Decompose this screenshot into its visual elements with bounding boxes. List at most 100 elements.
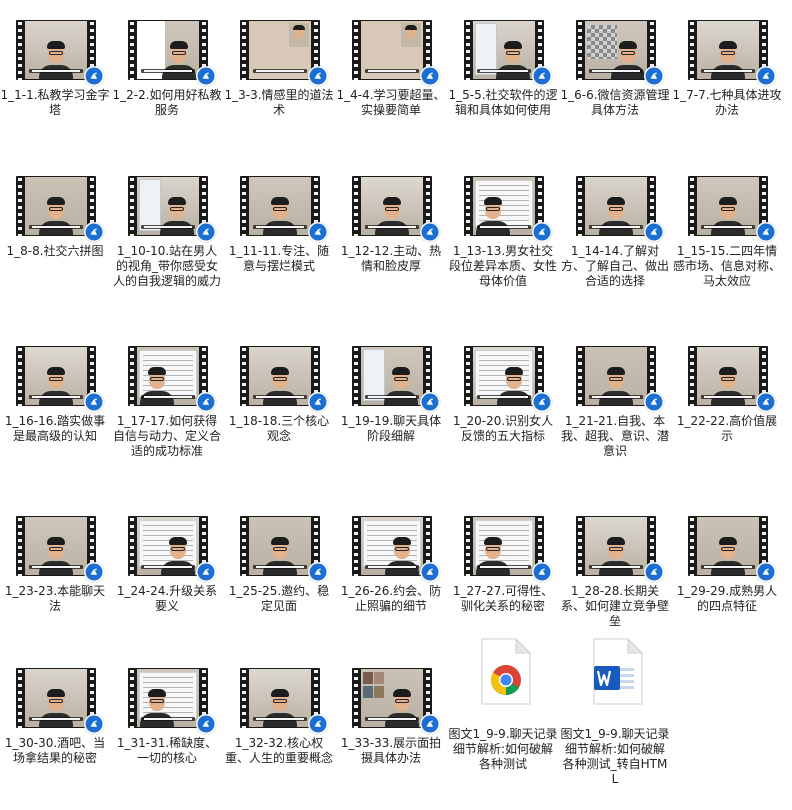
- media-player-badge-icon: [420, 714, 440, 734]
- media-player-badge-icon: [756, 222, 776, 242]
- file-name-label: 1_7-7.七种具体进攻办法: [672, 88, 782, 117]
- media-player-badge-icon: [196, 222, 216, 242]
- media-player-badge-icon: [196, 66, 216, 86]
- file-name-label: 图文1_9-9.聊天记录细节解析:如何破解各种测试: [448, 727, 558, 771]
- media-player-badge-icon: [308, 562, 328, 582]
- media-player-badge-icon: [756, 66, 776, 86]
- media-player-badge-icon: [84, 714, 104, 734]
- media-player-badge-icon: [308, 392, 328, 412]
- media-player-badge-icon: [532, 222, 552, 242]
- chrome-icon: [476, 637, 532, 706]
- file-name-label: 1_1-1.私教学习金字塔: [0, 88, 110, 117]
- video-thumbnail: [464, 20, 552, 86]
- video-thumbnail: [128, 346, 216, 412]
- video-thumbnail: [16, 668, 104, 734]
- file-name-label: 图文1_9-9.聊天记录细节解析:如何破解各种测试_转自HTML: [560, 727, 670, 786]
- video-thumbnail: [16, 176, 104, 242]
- media-player-badge-icon: [532, 562, 552, 582]
- file-name-label: 1_23-23.本能聊天法: [4, 584, 106, 613]
- video-thumbnail: [16, 346, 104, 412]
- media-player-badge-icon: [532, 66, 552, 86]
- media-player-badge-icon: [532, 392, 552, 412]
- media-player-badge-icon: [420, 66, 440, 86]
- video-thumbnail: [352, 346, 440, 412]
- file-name-label: 1_21-21.自我、本我、超我、意识、潜意识: [560, 414, 669, 458]
- video-thumbnail: [352, 668, 440, 734]
- video-thumbnail: [240, 176, 328, 242]
- media-player-badge-icon: [420, 562, 440, 582]
- file-name-label: 1_24-24.升级关系要义: [116, 584, 218, 613]
- video-thumbnail: [688, 20, 776, 86]
- video-thumbnail: [576, 176, 664, 242]
- file-name-label: 1_25-25.邀约、稳定见面: [228, 584, 330, 613]
- file-name-label: 1_3-3.情感里的道法术: [224, 88, 334, 117]
- file-name-label: 1_4-4.学习要超量、实操要简单: [336, 88, 446, 117]
- video-thumbnail: [688, 346, 776, 412]
- video-thumbnail: [688, 516, 776, 582]
- video-thumbnail: [352, 20, 440, 86]
- file-name-label: 1_30-30.酒吧、当场拿结果的秘密: [4, 736, 106, 765]
- media-player-badge-icon: [84, 66, 104, 86]
- video-thumbnail: [352, 176, 440, 242]
- file-name-label: 1_33-33.展示面拍摄具体办法: [340, 736, 442, 765]
- media-player-badge-icon: [756, 562, 776, 582]
- video-thumbnail: [352, 516, 440, 582]
- file-name-label: 1_2-2.如何用好私教服务: [112, 88, 222, 117]
- video-thumbnail: [464, 346, 552, 412]
- file-name-label: 1_12-12.主动、热情和脸皮厚: [340, 244, 442, 273]
- media-player-badge-icon: [644, 392, 664, 412]
- file-name-label: 1_26-26.约会、防止照骗的细节: [340, 584, 442, 613]
- media-player-badge-icon: [308, 222, 328, 242]
- media-player-badge-icon: [84, 222, 104, 242]
- media-player-badge-icon: [84, 562, 104, 582]
- video-thumbnail: [576, 20, 664, 86]
- video-thumbnail: [688, 176, 776, 242]
- media-player-badge-icon: [196, 392, 216, 412]
- file-name-label: 1_29-29.成熟男人的四点特征: [676, 584, 778, 613]
- video-thumbnail: [464, 516, 552, 582]
- file-name-label: 1_11-11.专注、随意与摆烂模式: [228, 244, 330, 273]
- media-player-badge-icon: [644, 222, 664, 242]
- file-grid: 1_1-1.私教学习金字塔 1_2-2.如何用好私教服务 1_3-3.情感里的道法术…: [0, 0, 792, 810]
- file-name-label: 1_13-13.男女社交段位差异本质、女性母体价值: [448, 244, 557, 288]
- file-name-label: 1_17-17.如何获得自信与动力、定义合适的成功标准: [112, 414, 221, 458]
- media-player-badge-icon: [756, 392, 776, 412]
- media-player-badge-icon: [420, 392, 440, 412]
- file-name-label: 1_16-16.踏实做事是最高级的认知: [4, 414, 106, 443]
- video-thumbnail: [128, 668, 216, 734]
- media-player-badge-icon: [644, 562, 664, 582]
- file-name-label: 1_18-18.三个核心观念: [228, 414, 330, 443]
- video-thumbnail: [576, 516, 664, 582]
- file-name-label: 1_22-22.高价值展示: [676, 414, 778, 443]
- video-thumbnail: [128, 176, 216, 242]
- media-player-badge-icon: [196, 562, 216, 582]
- video-thumbnail: [128, 20, 216, 86]
- video-thumbnail: [464, 176, 552, 242]
- media-player-badge-icon: [308, 714, 328, 734]
- media-player-badge-icon: [196, 714, 216, 734]
- file-name-label: 1_31-31.稀缺度、一切的核心: [116, 736, 218, 765]
- file-name-label: 1_14-14.了解对方、了解自己、做出合适的选择: [560, 244, 669, 288]
- video-thumbnail: [240, 668, 328, 734]
- file-name-label: 1_32-32.核心权重、人生的重要概念: [224, 736, 333, 765]
- file-name-label: 1_28-28.长期关系、如何建立竞争壁垒: [560, 584, 669, 628]
- video-thumbnail: [16, 516, 104, 582]
- word-icon: [588, 637, 644, 706]
- video-thumbnail: [128, 516, 216, 582]
- file-name-label: 1_20-20.识别女人反馈的五大指标: [452, 414, 554, 443]
- video-thumbnail: [240, 346, 328, 412]
- video-thumbnail: [240, 516, 328, 582]
- video-thumbnail: [240, 20, 328, 86]
- file-name-label: 1_27-27.可得性、驯化关系的秘密: [452, 584, 554, 613]
- video-thumbnail: [576, 346, 664, 412]
- video-thumbnail: [16, 20, 104, 86]
- media-player-badge-icon: [308, 66, 328, 86]
- file-name-label: 1_6-6.微信资源管理具体方法: [560, 88, 670, 117]
- file-name-label: 1_5-5.社交软件的逻辑和具体如何使用: [448, 88, 558, 117]
- file-name-label: 1_10-10.站在男人的视角_带你感受女人的自我逻辑的威力: [112, 244, 221, 288]
- media-player-badge-icon: [420, 222, 440, 242]
- file-name-label: 1_15-15.二四年情感市场、信息对称、马太效应: [672, 244, 781, 288]
- file-name-label: 1_8-8.社交六拼图: [6, 244, 104, 258]
- media-player-badge-icon: [84, 392, 104, 412]
- file-name-label: 1_19-19.聊天具体阶段细解: [340, 414, 442, 443]
